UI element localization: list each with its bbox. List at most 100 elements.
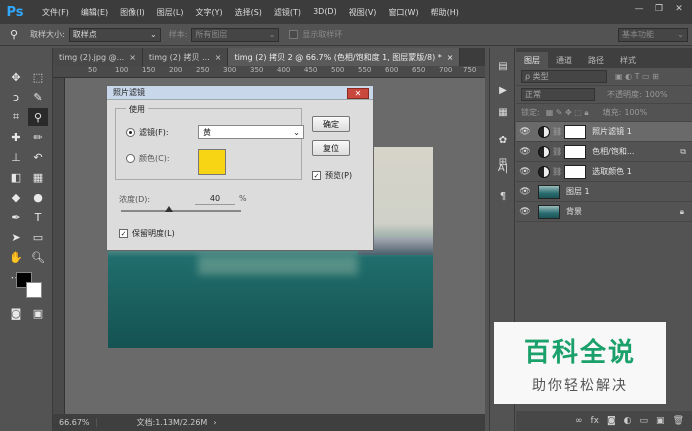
- visibility-eye-icon[interactable]: 👁︎: [516, 187, 534, 197]
- quick-select-tool-icon[interactable]: ✎: [28, 88, 48, 106]
- delete-layer-icon[interactable]: 🗑: [673, 416, 684, 426]
- density-slider-track[interactable]: [121, 210, 241, 212]
- density-input[interactable]: 40: [195, 194, 235, 205]
- visibility-eye-icon[interactable]: 👁︎: [516, 167, 534, 177]
- eyedropper-icon[interactable]: ⚲: [4, 26, 24, 44]
- healing-brush-icon[interactable]: ✚: [6, 128, 26, 146]
- zoom-level[interactable]: 66.67%: [53, 418, 97, 427]
- new-group-icon[interactable]: ▭: [640, 416, 649, 426]
- tab-paths[interactable]: 路径: [580, 52, 612, 68]
- brush-panel-icon[interactable]: ✿: [494, 132, 512, 148]
- menu-layer[interactable]: 图层(L): [151, 7, 190, 18]
- history-brush-icon[interactable]: ↶: [28, 148, 48, 166]
- quick-mask-icon[interactable]: ◙: [6, 304, 26, 322]
- lasso-tool-icon[interactable]: ↄ: [6, 88, 26, 106]
- visibility-eye-icon[interactable]: 👁︎: [516, 207, 534, 217]
- lock-icons[interactable]: ▦ ✎ ✥ ⬚ 🔒︎: [546, 108, 589, 118]
- sample-size-select[interactable]: 取样点 ⌄: [68, 27, 161, 42]
- menu-view[interactable]: 视图(V): [343, 7, 383, 18]
- layer-name[interactable]: 色相/饱和...: [592, 146, 634, 157]
- menu-help[interactable]: 帮助(H): [425, 7, 465, 18]
- menu-file[interactable]: 文件(F): [36, 7, 75, 18]
- layer-name[interactable]: 背景: [566, 206, 582, 217]
- layer-name[interactable]: 选取颜色 1: [592, 166, 632, 177]
- layer-row[interactable]: 👁︎ ⛓ 色相/饱和... ⧉: [516, 142, 692, 162]
- menu-3d[interactable]: 3D(D): [307, 7, 343, 18]
- tab-document-2[interactable]: timg (2) 拷贝 ... ×: [142, 48, 229, 66]
- preview-checkbox[interactable]: ✓: [312, 171, 321, 180]
- gradient-tool-icon[interactable]: ▦: [28, 168, 48, 186]
- dodge-tool-icon[interactable]: ●: [28, 188, 48, 206]
- layer-name[interactable]: 照片滤镜 1: [592, 126, 632, 137]
- layer-style-icon[interactable]: fx: [590, 416, 599, 426]
- tab-layers[interactable]: 图层: [516, 52, 548, 68]
- dialog-titlebar[interactable]: 照片滤镜: [107, 86, 373, 100]
- restore-button[interactable]: ❐: [650, 2, 668, 16]
- filter-select[interactable]: 黄 ⌄: [198, 125, 304, 139]
- preserve-luminosity-option[interactable]: ✓ 保留明度(L): [119, 228, 175, 239]
- dialog-close-button[interactable]: ✕: [347, 88, 369, 99]
- visibility-eye-icon[interactable]: 👁︎: [516, 147, 534, 157]
- layer-mask-thumbnail[interactable]: [564, 144, 587, 159]
- menu-edit[interactable]: 编辑(E): [75, 7, 114, 18]
- background-color-swatch[interactable]: [26, 282, 42, 298]
- marquee-tool-icon[interactable]: ⬚: [28, 68, 48, 86]
- chevron-right-icon[interactable]: ›: [213, 418, 216, 427]
- blend-mode-select[interactable]: 正常: [521, 88, 595, 101]
- zoom-tool-icon[interactable]: 🔍︎: [28, 248, 48, 266]
- menu-window[interactable]: 窗口(W): [382, 7, 424, 18]
- link-layers-icon[interactable]: ∞: [575, 416, 583, 426]
- density-slider-thumb[interactable]: [165, 206, 173, 212]
- brush-tool-icon[interactable]: ✏: [28, 128, 48, 146]
- close-button[interactable]: ✕: [670, 2, 688, 16]
- tab-document-3[interactable]: timg (2) 拷贝 2 @ 66.7% (色相/饱和度 1, 图层蒙版/8)…: [228, 48, 461, 66]
- workspace-select[interactable]: 基本功能 ⌄: [618, 27, 688, 42]
- path-select-icon[interactable]: ➤: [6, 228, 26, 246]
- minimize-button[interactable]: —: [630, 2, 648, 16]
- pen-tool-icon[interactable]: ✒: [6, 208, 26, 226]
- layer-row[interactable]: 👁︎ ⛓ 照片滤镜 1: [516, 122, 692, 142]
- filter-option[interactable]: 滤镜(F):: [126, 127, 169, 138]
- layer-row[interactable]: 👁︎ 背景 🔒︎: [516, 202, 692, 222]
- close-icon[interactable]: ×: [215, 53, 222, 62]
- new-layer-icon[interactable]: ▣: [656, 416, 665, 426]
- menu-image[interactable]: 图像(I): [114, 7, 151, 18]
- actions-play-icon[interactable]: ▶: [494, 82, 512, 98]
- menu-type[interactable]: 文字(Y): [189, 7, 228, 18]
- layer-mask-thumbnail[interactable]: [564, 164, 587, 179]
- type-tool-icon[interactable]: T: [28, 208, 48, 226]
- sample-select[interactable]: 所有图层 ⌄: [191, 27, 280, 42]
- color-radio[interactable]: [126, 154, 135, 163]
- new-adjustment-icon[interactable]: ◐: [624, 416, 632, 426]
- clone-stamp-icon[interactable]: ⊥: [6, 148, 26, 166]
- tab-channels[interactable]: 通道: [548, 52, 580, 68]
- preview-option[interactable]: ✓ 预览(P): [312, 170, 352, 181]
- eyedropper-tool-icon[interactable]: ⚲: [28, 108, 48, 126]
- fill-value[interactable]: 100%: [624, 108, 647, 117]
- opacity-value[interactable]: 100%: [645, 90, 668, 99]
- menu-filter[interactable]: 滤镜(T): [268, 7, 307, 18]
- eraser-tool-icon[interactable]: ◧: [6, 168, 26, 186]
- character-panel-icon[interactable]: A|: [494, 160, 512, 176]
- close-icon[interactable]: ×: [129, 53, 136, 62]
- layer-mask-thumbnail[interactable]: [564, 124, 587, 139]
- tab-document-1[interactable]: timg (2).jpg @... ×: [53, 48, 143, 66]
- reset-button[interactable]: 复位: [312, 140, 350, 156]
- show-ring-checkbox[interactable]: [289, 30, 299, 39]
- paragraph-panel-icon[interactable]: ¶: [494, 188, 512, 204]
- add-mask-icon[interactable]: ◙: [607, 416, 616, 426]
- move-tool-icon[interactable]: ✥: [6, 68, 26, 86]
- layer-row[interactable]: 👁︎ ⛓ 选取颜色 1: [516, 162, 692, 182]
- shape-tool-icon[interactable]: ▭: [28, 228, 48, 246]
- menu-select[interactable]: 选择(S): [229, 7, 268, 18]
- layer-name[interactable]: 图层 1: [566, 186, 590, 197]
- color-option[interactable]: 颜色(C):: [126, 153, 170, 164]
- blur-tool-icon[interactable]: ◆: [6, 188, 26, 206]
- color-swatch[interactable]: [198, 149, 226, 175]
- layer-kind-filter[interactable]: ρ 类型: [521, 70, 607, 83]
- ok-button[interactable]: 确定: [312, 116, 350, 132]
- crop-tool-icon[interactable]: ⌗: [6, 108, 26, 126]
- close-icon[interactable]: ×: [447, 53, 454, 62]
- preserve-luminosity-checkbox[interactable]: ✓: [119, 229, 128, 238]
- hand-tool-icon[interactable]: ✋: [6, 248, 26, 266]
